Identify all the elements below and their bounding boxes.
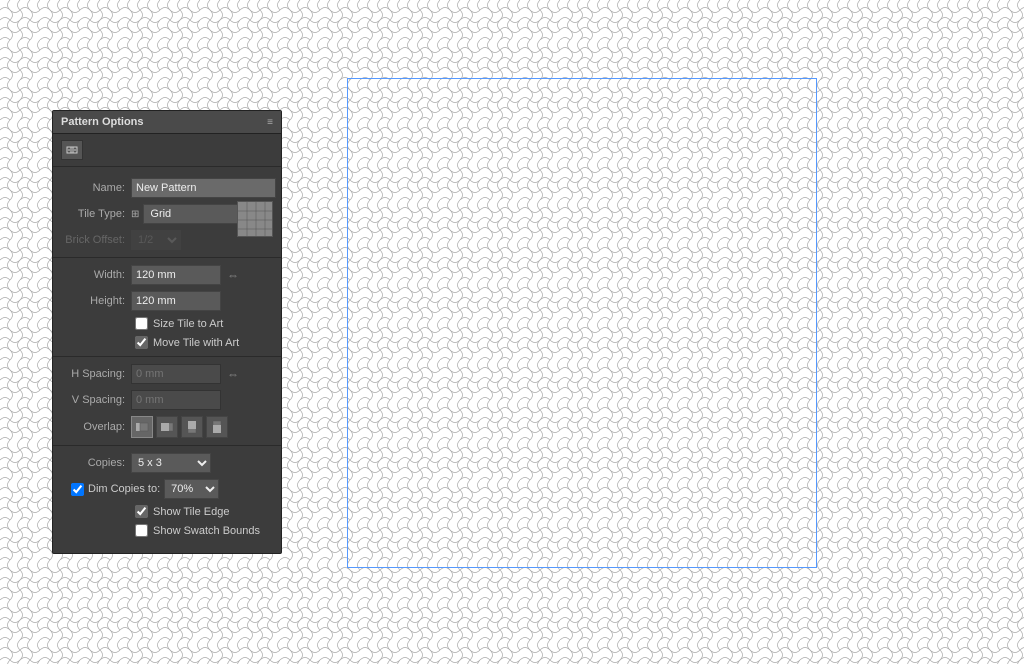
v-spacing-input[interactable] [131,390,221,410]
panel-title: Pattern Options [61,116,144,128]
height-label: Height: [61,295,131,307]
move-tile-checkbox[interactable] [135,336,148,349]
pattern-options-panel: Pattern Options ≡ Name: Tile Type: ⊞ Gri… [52,110,282,554]
copies-row: Copies: 5 x 3 3 x 3 5 x 5 7 x 5 [53,450,281,476]
move-tile-label: Move Tile with Art [153,337,239,349]
overlap-btn-4[interactable] [206,416,228,438]
name-row: Name: [53,175,281,201]
h-spacing-label: H Spacing: [61,368,131,380]
v-spacing-label: V Spacing: [61,394,131,406]
h-spacing-input[interactable] [131,364,221,384]
separator-2 [53,356,281,357]
width-row: Width: ⇔ [53,262,281,288]
size-tile-label: Size Tile to Art [153,318,223,330]
v-spacing-row: V Spacing: [53,387,281,413]
grid-icon: ⊞ [131,209,139,220]
separator-3 [53,445,281,446]
transform-icon [65,143,79,157]
tile-type-label: Tile Type: [61,208,131,220]
height-row: Height: [53,288,281,314]
brick-offset-label: Brick Offset: [61,234,131,246]
tile-preview [237,201,273,237]
dim-copies-label: Dim Copies to: [88,483,160,495]
name-label: Name: [61,182,131,194]
dim-copies-row: Dim Copies to: 70% 50% 30% [53,476,281,502]
panel-icon-row [53,134,281,167]
move-tile-row: Move Tile with Art [53,333,281,352]
separator-1 [53,257,281,258]
show-tile-edge-checkbox[interactable] [135,505,148,518]
overlap-row: Overlap: [53,413,281,441]
show-tile-edge-row: Show Tile Edge [53,502,281,521]
width-input[interactable] [131,265,221,285]
size-tile-checkbox[interactable] [135,317,148,330]
show-tile-edge-label: Show Tile Edge [153,506,229,518]
brick-offset-select[interactable]: 1/2 1/3 1/4 [131,230,181,250]
h-spacing-row: H Spacing: ⇔ [53,361,281,387]
overlap-btn-2[interactable] [156,416,178,438]
panel-body: Name: Tile Type: ⊞ Grid Brick by Row Bri… [53,167,281,553]
size-tile-row: Size Tile to Art [53,314,281,333]
overlap-label: Overlap: [61,421,131,433]
overlap-btn-1[interactable] [131,416,153,438]
show-swatch-bounds-checkbox[interactable] [135,524,148,537]
link-spacing-icon[interactable]: ⇔ [227,367,239,381]
width-label: Width: [61,269,131,281]
panel-menu-icon[interactable]: ≡ [267,117,273,128]
panel-header: Pattern Options ≡ [53,111,281,134]
show-swatch-bounds-row: Show Swatch Bounds [53,521,281,545]
copies-label: Copies: [61,457,131,469]
show-swatch-bounds-label: Show Swatch Bounds [153,525,260,537]
copies-select[interactable]: 5 x 3 3 x 3 5 x 5 7 x 5 [131,453,211,473]
height-input[interactable] [131,291,221,311]
overlap-btn-3[interactable] [181,416,203,438]
link-dimensions-icon[interactable]: ⇔ [227,268,239,282]
dim-copies-select[interactable]: 70% 50% 30% [164,479,219,499]
dim-copies-checkbox[interactable] [71,483,84,496]
name-input[interactable] [131,178,276,198]
tile-type-row: Tile Type: ⊞ Grid Brick by Row Brick by … [53,201,281,227]
transform-icon-btn[interactable] [61,140,83,160]
